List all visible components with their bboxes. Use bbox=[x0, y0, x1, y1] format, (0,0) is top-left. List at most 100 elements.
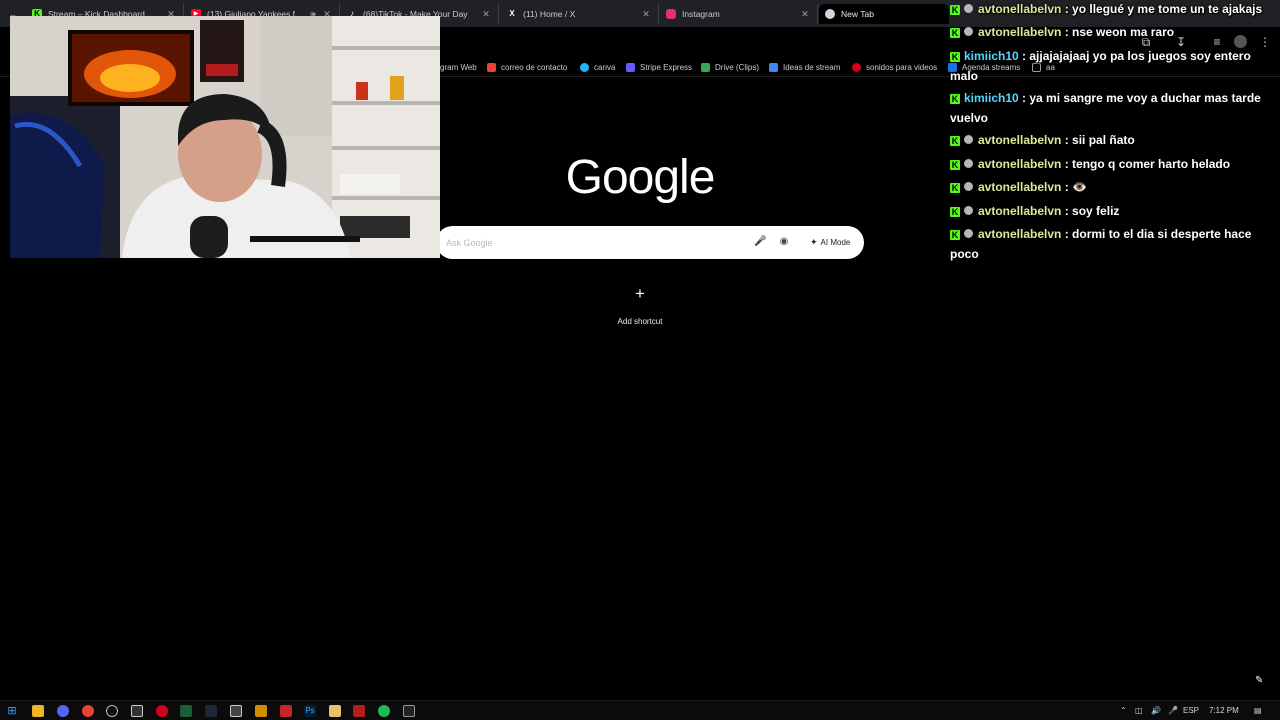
media-app-icon[interactable] bbox=[353, 705, 365, 717]
canva-icon bbox=[580, 62, 589, 72]
chat-message: Kavtonellabelvn : tengo q comer harto he… bbox=[950, 155, 1272, 175]
chrome-taskbar-icon[interactable] bbox=[82, 705, 94, 717]
ai-mode-label: AI Mode bbox=[820, 238, 851, 247]
tab-title: New Tab bbox=[841, 9, 874, 19]
webcam-overlay bbox=[10, 16, 440, 258]
chat-message: Kkimiich10 : ajjajajajaaj yo pa los jueg… bbox=[950, 47, 1272, 86]
utility-app-icon[interactable] bbox=[403, 705, 415, 717]
close-tab-icon[interactable]: ✕ bbox=[480, 9, 492, 20]
tab-instagram[interactable]: Instagram ✕ bbox=[660, 4, 818, 24]
add-shortcut-tile[interactable]: + Add shortcut bbox=[600, 282, 680, 332]
edit-pencil-icon[interactable]: ✎ bbox=[1255, 675, 1263, 686]
subscriber-badge-icon bbox=[964, 229, 973, 238]
chat-username: avtonellabelvn bbox=[978, 227, 1062, 241]
tray-chevron-icon[interactable]: ⌃ bbox=[1120, 704, 1127, 718]
app-window-icon[interactable] bbox=[131, 705, 143, 717]
sound-icon bbox=[852, 62, 861, 72]
notifications-icon[interactable]: ▤ bbox=[1254, 704, 1262, 718]
close-tab-icon[interactable]: ✕ bbox=[799, 9, 811, 20]
bookmark-stripe[interactable]: Stripe Express bbox=[626, 61, 692, 73]
tab-title: (11) Home / X bbox=[523, 9, 576, 19]
game-icon[interactable] bbox=[255, 705, 267, 717]
chat-text: : soy feliz bbox=[1064, 204, 1120, 218]
ai-mode-button[interactable]: ✦ AI Mode bbox=[804, 234, 856, 251]
tab-new-tab[interactable]: New Tab bbox=[819, 4, 949, 24]
chat-username: avtonellabelvn bbox=[978, 25, 1062, 39]
chat-username: avtonellabelvn bbox=[978, 180, 1062, 194]
language-indicator[interactable]: ESP bbox=[1183, 704, 1199, 718]
discord-icon[interactable] bbox=[57, 705, 69, 717]
chat-username: kimiich10 bbox=[964, 91, 1019, 105]
drive-icon bbox=[701, 62, 710, 72]
terminal-icon[interactable] bbox=[180, 705, 192, 717]
windows-taskbar: ⊞ Ps ⌃ ◫ 🔊 🎤 ESP 7:12 PM ▤ bbox=[0, 700, 1280, 720]
chat-message: Kavtonellabelvn : 👁️ bbox=[950, 178, 1272, 198]
bookmark-sonidos[interactable]: sonidos para videos bbox=[852, 61, 937, 73]
chat-text: : 👁️ bbox=[1064, 180, 1087, 194]
chat-text: : sii pal ñato bbox=[1064, 133, 1135, 147]
docs-icon bbox=[769, 62, 778, 72]
add-shortcut-label: Add shortcut bbox=[617, 317, 663, 326]
kick-badge-icon: K bbox=[950, 230, 960, 240]
search-box[interactable]: 🎤 ◉ ✦ AI Mode bbox=[436, 226, 864, 259]
bookmark-label: Stripe Express bbox=[640, 62, 693, 72]
volume-icon[interactable]: 🔊 bbox=[1151, 704, 1161, 718]
chat-text: : yo llegué y me tome un te ajakajs bbox=[1064, 2, 1263, 16]
bookmark-label: Ideas de stream bbox=[783, 62, 841, 72]
photoshop-icon[interactable]: Ps bbox=[304, 705, 316, 717]
spotify-icon[interactable] bbox=[378, 705, 390, 717]
microphone-tray-icon[interactable]: 🎤 bbox=[1168, 704, 1178, 718]
bookmark-label: Drive (Clips) bbox=[715, 62, 759, 72]
kick-badge-icon: K bbox=[950, 207, 960, 217]
chat-text: : tengo q comer harto helado bbox=[1064, 157, 1231, 171]
tab-x-home[interactable]: X (11) Home / X ✕ bbox=[501, 4, 659, 24]
bookmark-drive[interactable]: Drive (Clips) bbox=[701, 61, 759, 73]
kick-badge-icon: K bbox=[950, 160, 960, 170]
kick-badge-icon: K bbox=[950, 183, 960, 193]
bookmark-ideas-stream[interactable]: Ideas de stream bbox=[769, 61, 840, 73]
network-icon[interactable]: ◫ bbox=[1135, 704, 1143, 718]
plus-icon: + bbox=[635, 284, 645, 303]
bookmark-correo[interactable]: correo de contacto bbox=[487, 61, 567, 73]
subscriber-badge-icon bbox=[964, 159, 973, 168]
chat-message: Kavtonellabelvn : dormi to el dia si des… bbox=[950, 225, 1272, 264]
bookmark-label: canva bbox=[594, 62, 616, 72]
subscriber-badge-icon bbox=[964, 182, 973, 191]
kick-badge-icon: K bbox=[950, 52, 960, 62]
chat-username: avtonellabelvn bbox=[978, 157, 1062, 171]
subscriber-badge-icon bbox=[964, 135, 973, 144]
subscriber-badge-icon bbox=[964, 27, 973, 36]
kick-badge-icon: K bbox=[950, 94, 960, 104]
windows-start-icon[interactable]: ⊞ bbox=[6, 705, 18, 717]
ai-search-icon: ✦ bbox=[810, 237, 818, 247]
chat-message: Kavtonellabelvn : yo llegué y me tome un… bbox=[950, 0, 1272, 20]
chat-username: avtonellabelvn bbox=[978, 204, 1062, 218]
search-input[interactable] bbox=[446, 234, 746, 251]
webcam-feed-image bbox=[10, 16, 440, 258]
chat-message: Kavtonellabelvn : sii pal ñato bbox=[950, 131, 1272, 151]
bookmark-label: gram Web bbox=[440, 62, 477, 72]
chat-username: avtonellabelvn bbox=[978, 2, 1062, 16]
chat-message: Kavtonellabelvn : nse weon ma raro bbox=[950, 23, 1272, 43]
microphone-icon[interactable]: 🎤 bbox=[754, 236, 766, 248]
bookmark-canva[interactable]: canva bbox=[580, 61, 615, 73]
file-explorer-icon[interactable] bbox=[32, 705, 44, 717]
close-tab-icon[interactable]: ✕ bbox=[640, 9, 652, 20]
gmail-icon bbox=[487, 62, 496, 72]
chat-text: : nse weon ma raro bbox=[1064, 25, 1175, 39]
capture-icon[interactable] bbox=[230, 705, 242, 717]
lens-camera-icon[interactable]: ◉ bbox=[778, 236, 790, 248]
folder-taskbar-icon[interactable] bbox=[329, 705, 341, 717]
bookmark-label: sonidos para videos bbox=[866, 62, 938, 72]
kick-badge-icon: K bbox=[950, 5, 960, 15]
bookmark-instagram-web[interactable]: gram Web bbox=[440, 61, 477, 73]
instagram-icon bbox=[666, 9, 676, 19]
clock-time[interactable]: 7:12 PM bbox=[1209, 704, 1239, 718]
chat-message: Kavtonellabelvn : soy feliz bbox=[950, 202, 1272, 222]
red-app-icon[interactable] bbox=[156, 705, 168, 717]
obs-icon[interactable] bbox=[106, 705, 118, 717]
x-icon: X bbox=[509, 9, 515, 18]
steam-icon[interactable] bbox=[205, 705, 217, 717]
chat-overlay: Kavtonellabelvn : yo llegué y me tome un… bbox=[950, 0, 1275, 270]
video-app-icon[interactable] bbox=[280, 705, 292, 717]
